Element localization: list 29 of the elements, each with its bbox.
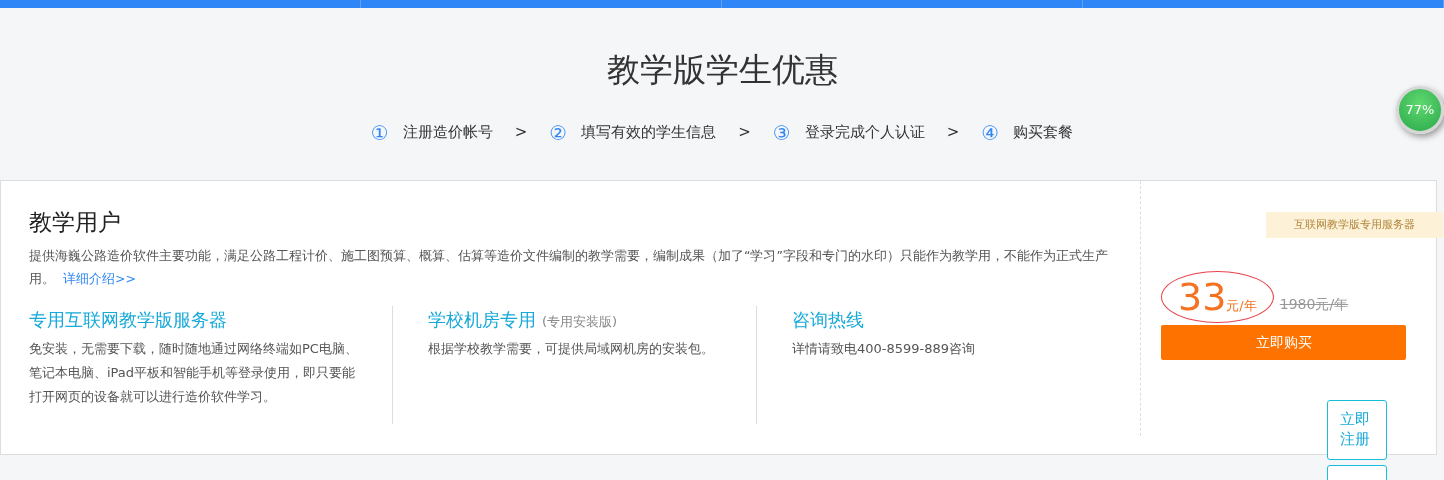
step-number: ① xyxy=(370,119,389,147)
price-unit: 元/年 xyxy=(1226,297,1257,315)
buy-button[interactable]: 立即购买 xyxy=(1161,324,1406,360)
step-label: 填写有效的学生信息 xyxy=(581,122,717,144)
step-label: 购买套餐 xyxy=(1013,122,1074,144)
step-label: 登录完成个人认证 xyxy=(804,122,925,144)
feature-text: 根据学校教学需要，可提供局域网机房的安装包。 xyxy=(428,340,715,359)
step-number: ③ xyxy=(772,119,791,147)
price: 33 xyxy=(1178,277,1227,316)
speed-ball: 77% xyxy=(1396,86,1444,134)
feature-text: 免安装，无需要下载，随时随地通过网络终端如PC电脑、笔记本电脑、iPad平板和智能手机等登录使用，即只要能打开网页的设备就可以进行造价软件学习。 xyxy=(29,340,359,407)
feature-text: 详情请致电400-8599-889咨询 xyxy=(792,340,977,359)
step-separator: > xyxy=(514,122,528,144)
plan-heading: 教学用户 xyxy=(29,208,122,237)
feature-title: 专用互联网教学版服务器 xyxy=(29,309,227,331)
feature-note: (专用安装版) xyxy=(542,314,618,330)
step-separator: > xyxy=(946,122,960,144)
feature-title: 咨询热线 xyxy=(792,309,864,331)
step-number: ④ xyxy=(981,119,1000,147)
feature-title: 学校机房专用 xyxy=(428,309,536,331)
details-link[interactable]: 详细介绍>> xyxy=(63,271,136,287)
step-number: ② xyxy=(549,119,568,147)
ribbon-tag: 互联网教学版专用服务器 xyxy=(1266,211,1443,239)
step-separator: > xyxy=(738,122,751,144)
old-price: 1980元/年 xyxy=(1279,294,1349,314)
page-title: 教学版学生优惠 xyxy=(605,50,839,90)
side-button[interactable]: 立即注册 xyxy=(1327,400,1387,460)
plan-description: 提供海巍公路造价软件主要功能，满足公路工程计价、施工图预算、概算、估算等造价文件编制的教学需要，编制成果（加了“学习”字段和专门的水印）只能作为教学用，不能作为正式生产用。 详细介绍>> xyxy=(29,247,1109,289)
step-label: 注册造价帐号 xyxy=(402,122,493,144)
